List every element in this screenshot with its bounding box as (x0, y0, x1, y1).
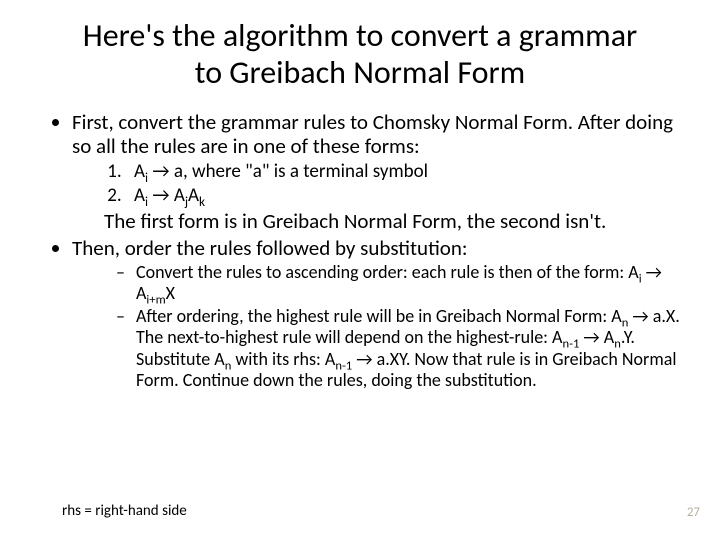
bullet-list: First, convert the grammar rules to Chom… (50, 110, 680, 391)
f2-Aj: A (174, 184, 185, 207)
mid-note: The first form is in Greibach Normal For… (104, 209, 680, 233)
d1-c: X (166, 282, 175, 304)
f1-A: A (134, 160, 145, 183)
slide-title: Here's the algorithm to convert a gramma… (75, 18, 645, 92)
d1-a: Convert the rules to ascending order: ea… (136, 261, 639, 283)
dash-1: Convert the rules to ascending order: ea… (122, 262, 680, 304)
dash-list: Convert the rules to ascending order: ea… (100, 262, 680, 391)
footnote: rhs = right-hand side (62, 502, 187, 520)
d2-e: with its rhs: A (231, 348, 335, 370)
slide: Here's the algorithm to convert a gramma… (0, 0, 720, 540)
form-2: Ai → AjAk (126, 184, 680, 208)
d2-c: → A (579, 326, 614, 348)
f2-sub-k: k (199, 192, 205, 209)
forms-list: Ai → a, where "a" is a terminal symbol A… (100, 160, 680, 208)
f2-A: A (134, 184, 145, 207)
bullet-first-text: First, convert the grammar rules to Chom… (72, 109, 673, 159)
f1-rest: → a, where "a" is a terminal symbol (148, 160, 428, 183)
form-1: Ai → a, where "a" is a terminal symbol (126, 160, 680, 184)
bullet-then: Then, order the rules followed by substi… (72, 236, 680, 392)
page-number: 27 (687, 505, 700, 520)
f2-Ak: A (188, 184, 199, 207)
bullet-first: First, convert the grammar rules to Chom… (72, 110, 680, 234)
bullet-then-text: Then, order the rules followed by substi… (72, 235, 468, 261)
dash-2: After ordering, the highest rule will be… (122, 306, 680, 391)
d2-a: After ordering, the highest rule will be… (136, 305, 622, 327)
f2-arrow: → (148, 184, 174, 207)
